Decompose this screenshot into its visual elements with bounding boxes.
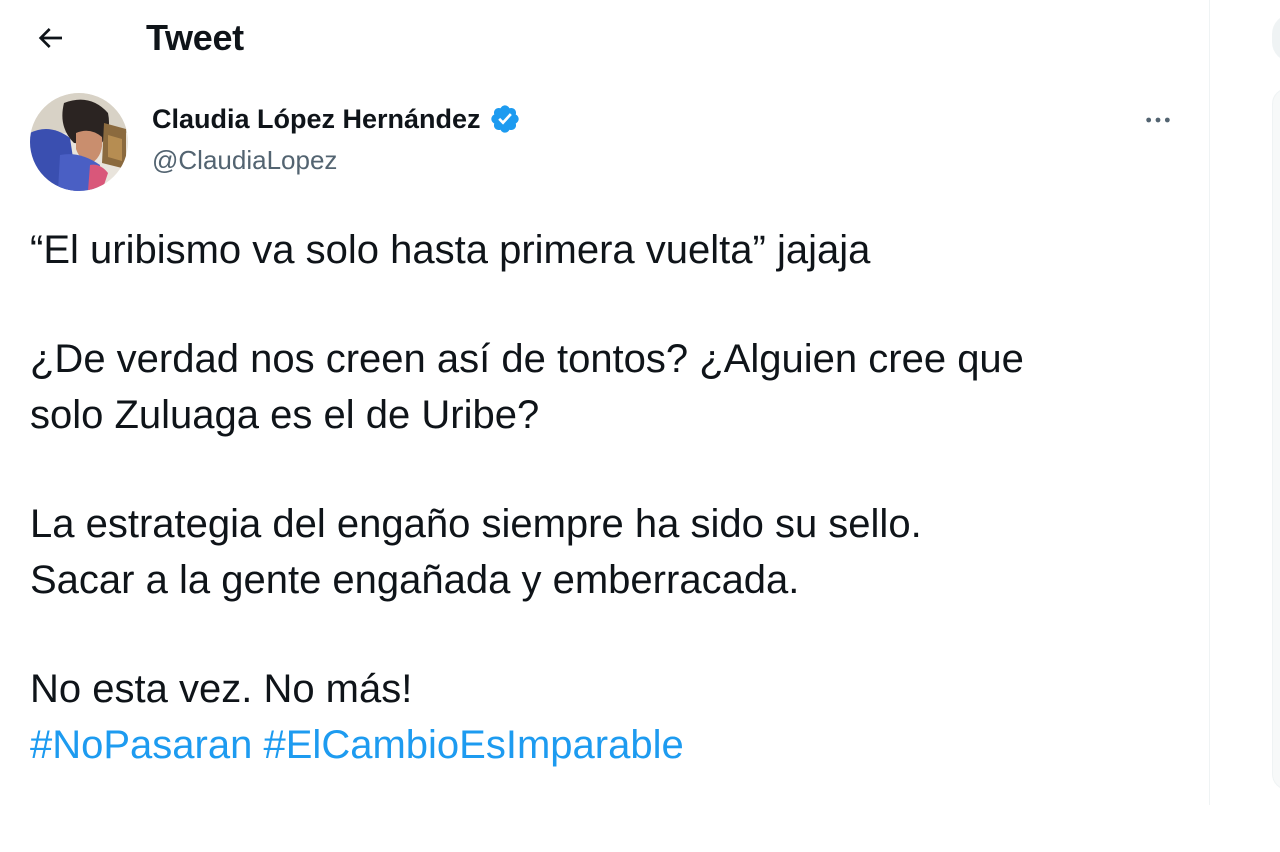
- tweet-line: ¿De verdad nos creen así de tontos? ¿Alg…: [30, 337, 1024, 381]
- arrow-left-icon: [38, 28, 62, 48]
- author-handle[interactable]: @ClaudiaLopez: [152, 143, 337, 177]
- sidebar-card: [1272, 88, 1280, 790]
- tweet-header: Tweet: [0, 0, 1210, 80]
- hashtag-link[interactable]: #NoPasaran: [30, 723, 252, 767]
- author-name-row: Claudia López Hernández: [152, 101, 521, 137]
- tweet-line: No esta vez. No más!: [30, 667, 413, 711]
- avatar-photo: [30, 93, 128, 191]
- right-sidebar: [1210, 0, 1280, 805]
- author-name[interactable]: Claudia López Hernández: [152, 101, 481, 137]
- back-button[interactable]: [26, 14, 74, 62]
- avatar[interactable]: [30, 93, 128, 191]
- verified-badge-icon: [489, 103, 521, 135]
- hashtag-line: #NoPasaran #ElCambioEsImparable: [30, 717, 1190, 773]
- tweet-text: “El uribismo va solo hasta primera vuelt…: [30, 222, 1190, 773]
- hashtag-link[interactable]: #ElCambioEsImparable: [264, 723, 684, 767]
- more-horizontal-icon: [1146, 117, 1170, 123]
- tweet-line: solo Zuluaga es el de Uribe?: [30, 393, 540, 437]
- tweet-line: Sacar a la gente engañada y emberracada.: [30, 558, 800, 602]
- page-title: Tweet: [146, 17, 244, 58]
- tweet-line: “El uribismo va solo hasta primera vuelt…: [30, 228, 871, 272]
- tweet-detail-column: Tweet Claudia López Hernández @ClaudiaLo…: [0, 0, 1210, 805]
- more-options-button[interactable]: [1134, 100, 1182, 140]
- tweet-line: La estrategia del engaño siempre ha sido…: [30, 502, 922, 546]
